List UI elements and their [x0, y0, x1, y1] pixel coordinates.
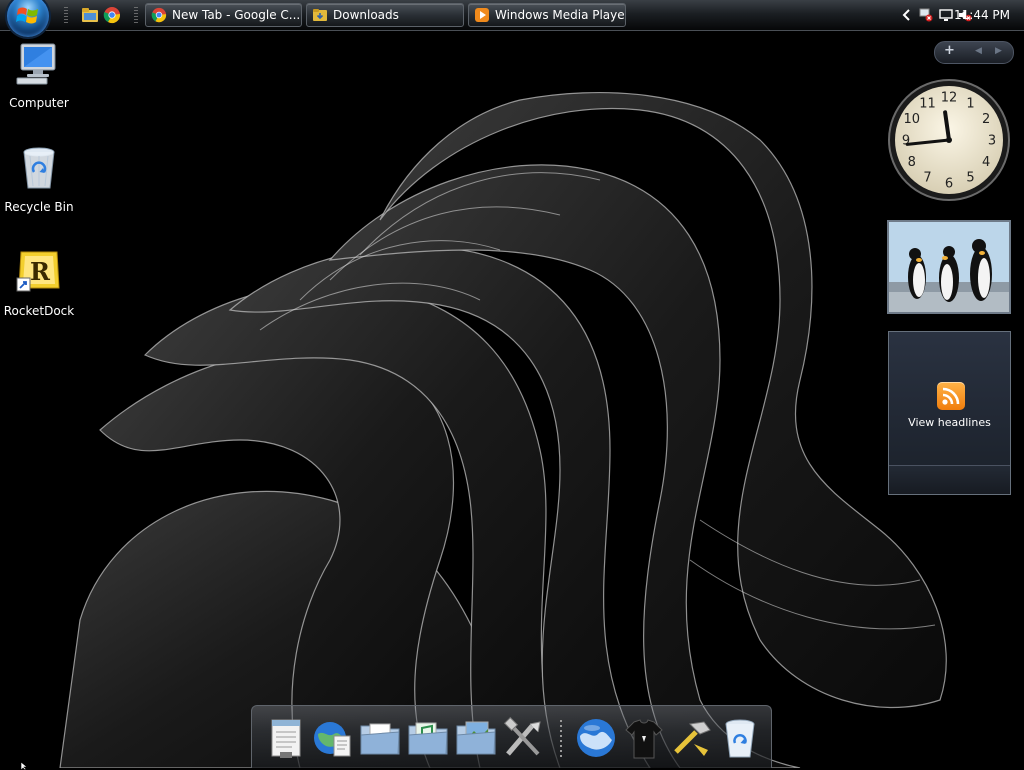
explorer-icon[interactable]: [81, 6, 99, 24]
task-button-chrome[interactable]: New Tab - Google C...: [145, 3, 302, 27]
desktop-icon-recycle-bin[interactable]: Recycle Bin: [1, 144, 77, 214]
taskbar: New Tab - Google C... Downloads Windows …: [0, 0, 1024, 37]
chrome-icon: [151, 7, 167, 23]
clock-number: 3: [988, 134, 996, 149]
mouse-cursor: [21, 762, 28, 770]
task-button-media-player[interactable]: Windows Media Player: [468, 3, 626, 27]
view-headlines-link[interactable]: View headlines: [889, 416, 1010, 429]
recycle-bin-icon: [23, 147, 55, 189]
rss-icon: [937, 382, 965, 410]
computer-icon: [16, 43, 56, 85]
add-gadget-button[interactable]: +: [944, 43, 955, 58]
music-folder-icon[interactable]: [406, 716, 450, 760]
desktop-icon-label: Computer: [9, 96, 69, 110]
taskbar-grip[interactable]: [64, 7, 68, 23]
task-button-label: Downloads: [333, 8, 399, 22]
media-player-icon: [475, 8, 489, 22]
notepad-icon[interactable]: [264, 716, 308, 760]
system-tray: 11:44 PM: [874, 0, 1024, 30]
clock-gadget[interactable]: 12 12 3 45678 9 1011: [887, 78, 1011, 202]
dock-separator: [560, 720, 562, 758]
desktop-wallpaper: [0, 0, 1024, 768]
desktop-icon-rocketdock[interactable]: R RocketDock: [1, 248, 77, 318]
clock-number: 9: [902, 134, 910, 149]
clock-number: 10: [904, 112, 921, 127]
web-document-icon[interactable]: [310, 716, 354, 760]
documents-folder-icon[interactable]: [358, 716, 402, 760]
tshirt-icon[interactable]: [622, 716, 666, 760]
display-icon[interactable]: [939, 8, 953, 22]
clock-number: 8: [908, 155, 916, 170]
previous-gadgets-button[interactable]: ◀: [975, 46, 982, 56]
rocketdock-bar: [251, 705, 772, 768]
task-button-label: Windows Media Player: [495, 8, 626, 22]
desktop-icon-label: Recycle Bin: [4, 200, 74, 214]
network-error-icon[interactable]: [919, 8, 933, 22]
internet-globe-icon[interactable]: [574, 716, 618, 760]
windows-logo-icon: [16, 7, 38, 24]
feed-gadget-footer: [889, 465, 1010, 494]
folder-icon: [313, 9, 327, 21]
sidebar-controls: + ◀ ▶: [934, 41, 1014, 64]
slideshow-gadget[interactable]: [887, 220, 1011, 314]
clock-number: 7: [923, 171, 931, 186]
tools-icon[interactable]: [502, 716, 546, 760]
task-button-label: New Tab - Google C...: [172, 8, 301, 22]
clock-number: 6: [945, 177, 953, 192]
clock-number: 1: [966, 96, 974, 111]
taskbar-grip[interactable]: [134, 7, 138, 23]
desktop-icon-label: RocketDock: [3, 304, 75, 318]
desktop-icon-computer[interactable]: Computer: [1, 40, 77, 110]
hammer-icon[interactable]: [670, 716, 714, 760]
show-hidden-icons-icon[interactable]: [900, 8, 914, 22]
clock-number: 2: [982, 112, 990, 127]
clock-number: 12: [941, 91, 958, 106]
rocketdock-icon: R: [16, 251, 60, 292]
recycle-bin-icon[interactable]: [718, 716, 762, 760]
pictures-folder-icon[interactable]: [454, 716, 498, 760]
next-gadgets-button[interactable]: ▶: [995, 46, 1002, 56]
taskbar-clock[interactable]: 11:44 PM: [954, 8, 1010, 22]
clock-number: 11: [919, 96, 936, 111]
clock-number: 5: [966, 171, 974, 186]
svg-text:R: R: [30, 257, 51, 286]
clock-number: 4: [982, 155, 990, 170]
task-button-downloads[interactable]: Downloads: [306, 3, 464, 27]
penguins-photo: [889, 222, 1009, 312]
chrome-icon[interactable]: [103, 6, 121, 24]
feed-headlines-gadget[interactable]: View headlines: [888, 331, 1011, 495]
